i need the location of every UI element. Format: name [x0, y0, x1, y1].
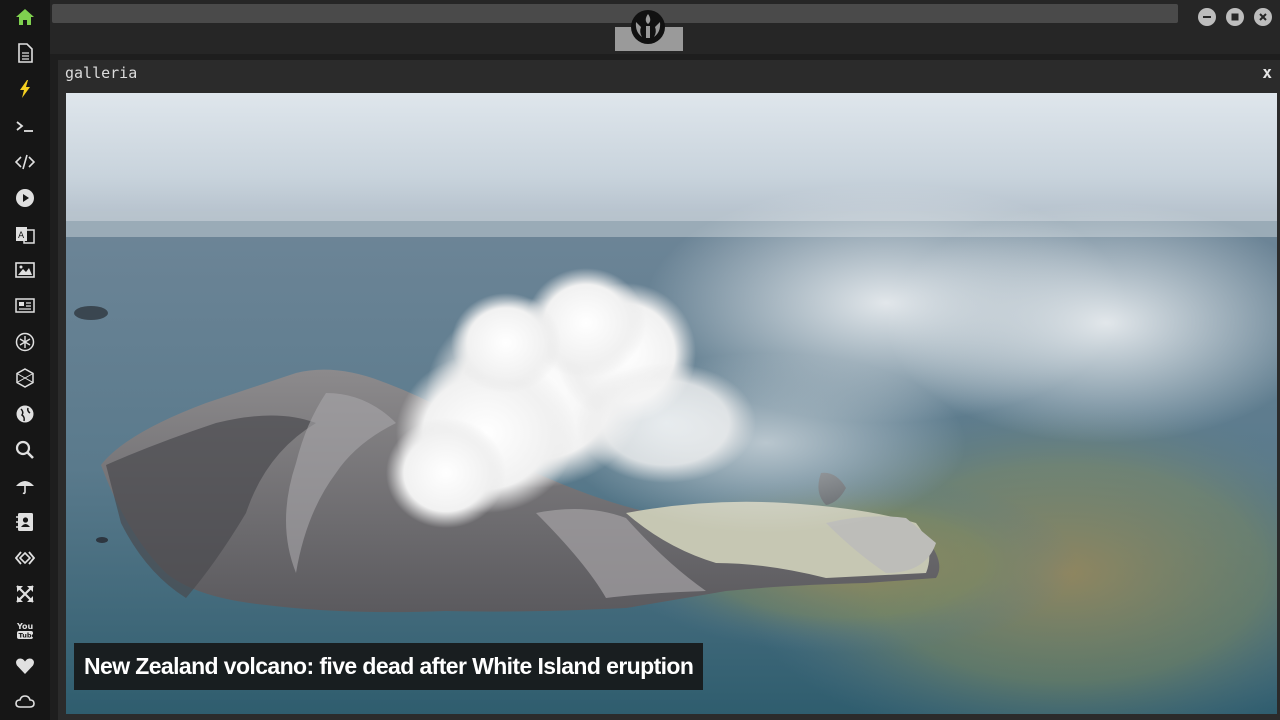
- hexagon-icon: [16, 368, 34, 388]
- document-icon: [18, 43, 33, 63]
- heart-icon: [16, 658, 34, 674]
- rebel-alliance-logo-icon: [631, 10, 665, 44]
- sidebar-item-cloud[interactable]: [12, 689, 38, 715]
- sidebar-item-play[interactable]: [12, 185, 38, 211]
- lightning-icon: [20, 80, 30, 98]
- sidebar-item-lightning[interactable]: [12, 76, 38, 102]
- api-icon: [15, 551, 35, 565]
- expand-icon: [16, 585, 34, 603]
- close-window-button[interactable]: [1254, 8, 1272, 26]
- photo-caption: New Zealand volcano: five dead after Whi…: [84, 653, 694, 679]
- sidebar-item-home[interactable]: [12, 4, 38, 30]
- sidebar-item-globe[interactable]: [12, 401, 38, 427]
- globe-icon: [16, 405, 34, 423]
- maximize-button[interactable]: [1226, 8, 1244, 26]
- sidebar-item-newspaper[interactable]: [12, 292, 38, 318]
- sidebar-item-code[interactable]: [12, 149, 38, 175]
- image-icon: [15, 262, 35, 278]
- address-bar[interactable]: [52, 4, 1178, 23]
- umbrella-icon: [16, 481, 34, 495]
- maximize-icon: [1231, 13, 1239, 21]
- close-icon: [1259, 13, 1267, 21]
- sidebar-item-search[interactable]: [12, 437, 38, 463]
- svg-text:Tube: Tube: [19, 632, 36, 640]
- newspaper-icon: [15, 298, 35, 313]
- play-icon: [16, 189, 34, 207]
- minimize-icon: [1203, 16, 1211, 18]
- sidebar-item-document[interactable]: [12, 40, 38, 66]
- rebel-icon: [15, 332, 35, 352]
- sidebar-item-heart[interactable]: [12, 653, 38, 679]
- contacts-icon: [16, 513, 33, 531]
- translate-icon: A: [16, 227, 35, 244]
- gallery-panel: galleria x New Zealand volcano: five dea…: [58, 60, 1280, 720]
- sidebar-item-translate[interactable]: A: [12, 221, 38, 247]
- svg-text:You: You: [16, 622, 34, 631]
- svg-text:A: A: [18, 231, 25, 241]
- sidebar-item-hexagon[interactable]: [12, 365, 38, 391]
- sidebar-item-rebel[interactable]: [12, 329, 38, 355]
- cloud-icon: [15, 695, 35, 708]
- panel-close-button[interactable]: x: [1262, 63, 1272, 82]
- sidebar-item-image[interactable]: [12, 257, 38, 283]
- sidebar-item-contacts[interactable]: [12, 509, 38, 535]
- minimize-button[interactable]: [1198, 8, 1216, 26]
- sidebar-item-expand[interactable]: [12, 581, 38, 607]
- youtube-icon: YouTube: [16, 622, 36, 640]
- home-icon: [16, 9, 34, 25]
- top-bar: [50, 0, 1280, 54]
- volcano-photo: [66, 93, 1277, 714]
- gallery-photo[interactable]: New Zealand volcano: five dead after Whi…: [66, 93, 1277, 714]
- sidebar-item-terminal[interactable]: [12, 113, 38, 139]
- panel-title: galleria: [65, 64, 138, 82]
- sidebar-item-api[interactable]: [12, 545, 38, 571]
- terminal-icon: [16, 121, 33, 132]
- code-icon: [15, 154, 35, 170]
- sidebar-item-umbrella[interactable]: [12, 473, 38, 499]
- caption-box: New Zealand volcano: five dead after Whi…: [74, 643, 704, 690]
- sidebar-item-youtube[interactable]: You Tube: [12, 617, 38, 643]
- search-icon: [15, 440, 34, 459]
- sidebar: A You Tube: [0, 0, 50, 720]
